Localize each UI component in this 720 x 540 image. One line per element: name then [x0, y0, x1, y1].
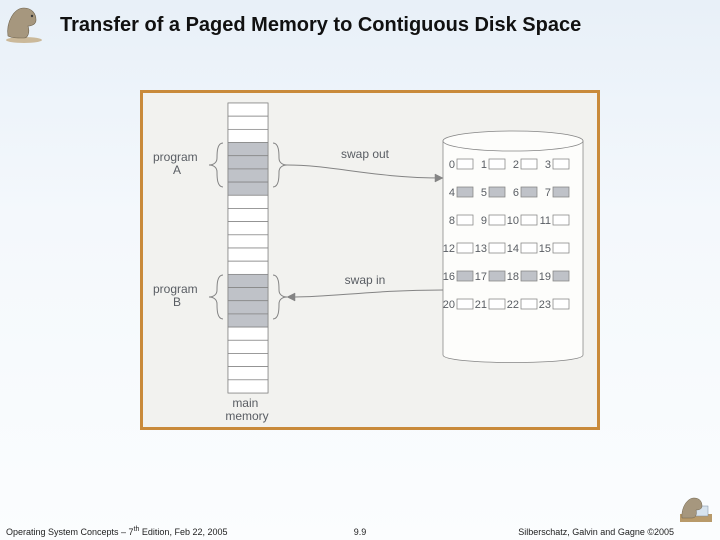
disk-cell-label: 20	[443, 299, 455, 311]
memory-slot	[228, 129, 268, 142]
disk-cell	[553, 159, 569, 169]
dinosaur-icon	[2, 2, 46, 44]
program-b-brace	[209, 275, 223, 319]
disk-cell-label: 22	[507, 299, 519, 311]
swap-in-arrow	[287, 290, 443, 301]
disk-cell-label: 11	[540, 215, 551, 227]
disk-cell	[553, 271, 569, 281]
disk: 01234567891011121314151617181920212223	[443, 131, 583, 363]
disk-cell	[521, 271, 537, 281]
disk-cell-label: 8	[449, 215, 455, 227]
memory-slot	[228, 222, 268, 235]
memory-slot	[228, 261, 268, 274]
disk-cell-label: 23	[539, 299, 551, 311]
disk-cell	[489, 243, 505, 253]
figure-svg: main memory program A program B	[143, 93, 597, 427]
memory-slot	[228, 248, 268, 261]
disk-cell	[489, 215, 505, 225]
disk-cell-label: 6	[513, 187, 519, 199]
memory-slot	[228, 208, 268, 221]
disk-cell	[553, 243, 569, 253]
footer-left: Operating System Concepts – 7th Edition,…	[6, 526, 227, 537]
disk-cell	[489, 159, 505, 169]
disk-cell	[553, 215, 569, 225]
footer: Operating System Concepts – 7th Edition,…	[0, 523, 720, 537]
memory-slot	[228, 367, 268, 380]
disk-cell	[521, 215, 537, 225]
memory-slot	[228, 380, 268, 393]
memory-slot	[228, 288, 268, 301]
disk-cell	[489, 299, 505, 309]
disk-cell	[489, 271, 505, 281]
disk-cell-label: 17	[475, 271, 487, 283]
program-a-brace	[209, 143, 223, 187]
disk-cell-label: 15	[539, 243, 551, 255]
disk-cell	[457, 243, 473, 253]
disk-cell-label: 19	[539, 271, 551, 283]
memory-slot	[228, 301, 268, 314]
disk-cell-label: 2	[513, 159, 519, 171]
disk-cell	[457, 159, 473, 169]
disk-cell	[553, 299, 569, 309]
disk-cell	[457, 215, 473, 225]
swap-out-brace	[273, 143, 287, 187]
figure-frame: main memory program A program B	[140, 90, 600, 430]
swap-out-label: swap out	[341, 147, 390, 161]
program-b-label: program B	[153, 282, 201, 309]
memory-slot	[228, 156, 268, 169]
swap-out-arrow	[287, 165, 443, 182]
disk-cell	[521, 159, 537, 169]
disk-cell	[521, 187, 537, 197]
memory-slot	[228, 314, 268, 327]
footer-right: Silberschatz, Galvin and Gagne ©2005	[518, 527, 674, 537]
disk-cell-label: 0	[449, 159, 455, 171]
disk-cell-label: 14	[507, 243, 519, 255]
footer-page-number: 9.9	[354, 527, 367, 537]
disk-cell	[521, 299, 537, 309]
memory-slot	[228, 143, 268, 156]
main-memory-label: main memory	[225, 396, 268, 423]
disk-cell-label: 5	[481, 187, 487, 199]
disk-cell-label: 13	[475, 243, 487, 255]
slide-title: Transfer of a Paged Memory to Contiguous…	[60, 14, 710, 37]
swap-in-label: swap in	[345, 273, 386, 287]
disk-cell	[457, 187, 473, 197]
memory-slot	[228, 235, 268, 248]
slide: Transfer of a Paged Memory to Contiguous…	[0, 0, 720, 540]
memory-slot	[228, 340, 268, 353]
dinosaur-icon	[678, 492, 714, 524]
disk-cell-label: 4	[449, 187, 455, 199]
disk-cell-label: 12	[443, 243, 455, 255]
memory-slot	[228, 353, 268, 366]
memory-slot	[228, 103, 268, 116]
disk-cell-label: 16	[443, 271, 455, 283]
disk-cell	[489, 187, 505, 197]
disk-cell-label: 21	[475, 299, 487, 311]
memory-slot	[228, 169, 268, 182]
memory-slot	[228, 195, 268, 208]
disk-cell-label: 18	[507, 271, 519, 283]
main-memory	[228, 103, 268, 393]
swap-in-brace	[273, 275, 287, 319]
memory-slot	[228, 274, 268, 287]
disk-cell-label: 1	[481, 159, 487, 171]
program-a-label: program A	[153, 150, 201, 177]
memory-slot	[228, 116, 268, 129]
disk-cell-label: 10	[507, 215, 519, 227]
disk-cell-label: 3	[545, 159, 551, 171]
memory-slot	[228, 327, 268, 340]
disk-cell	[457, 299, 473, 309]
disk-cell-label: 7	[545, 187, 551, 199]
disk-cell	[521, 243, 537, 253]
memory-slot	[228, 182, 268, 195]
disk-cell	[457, 271, 473, 281]
disk-cell-label: 9	[481, 215, 487, 227]
disk-cell	[553, 187, 569, 197]
